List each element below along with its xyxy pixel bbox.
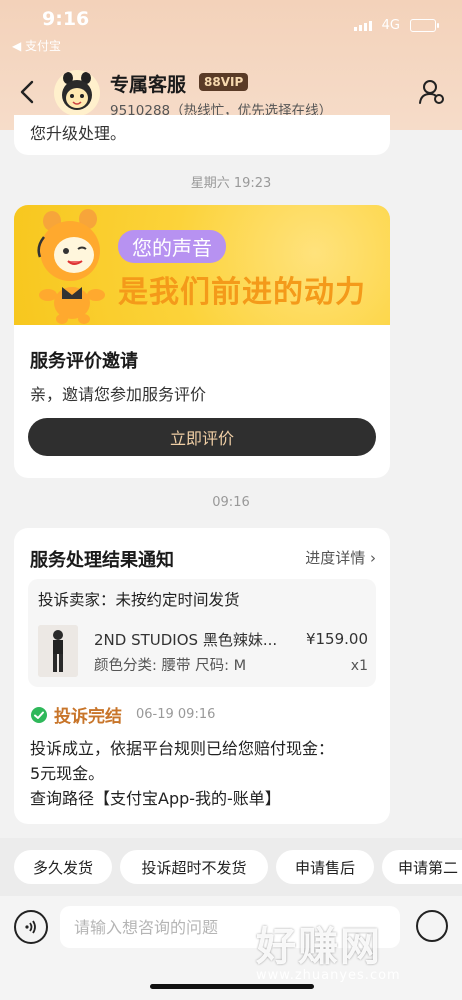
watermark-url: www.zhuanyes.com (256, 968, 401, 983)
progress-details-link[interactable]: 进度详情 › (305, 547, 376, 568)
page-title: 专属客服 (110, 74, 187, 96)
voice-input-button[interactable] (14, 910, 48, 944)
status-label: 投诉完结 (54, 707, 122, 727)
quick-reply-chip[interactable]: 申请第二 (382, 850, 462, 884)
quick-reply-chip[interactable]: 多久发货 (14, 850, 112, 884)
evaluate-now-button[interactable]: 立即评价 (28, 418, 376, 456)
user-settings-icon[interactable] (418, 78, 446, 106)
product-thumbnail (38, 625, 78, 677)
status-date: 06-19 09:16 (136, 707, 216, 722)
vip-badge: 88VIP (199, 73, 249, 91)
status-indicators: 4G (353, 18, 439, 33)
status-time: 9:16 (42, 8, 90, 30)
check-circle-icon (31, 706, 47, 723)
result-title: 服务处理结果通知 (30, 550, 174, 571)
quick-reply-bar: 多久发货 投诉超时不发货 申请售后 申请第二 (0, 838, 462, 896)
network-label: 4G (381, 18, 400, 33)
product-quantity: x1 (350, 658, 368, 674)
product-price: ¥159.00 (305, 630, 368, 648)
product-name: 2ND STUDIOS 黑色辣妹... (94, 631, 278, 649)
invite-text: 亲，邀请您参加服务评价 (30, 385, 207, 404)
chat-header: 9:16 ◀ 支付宝 4G 专属客服 88VIP 9510288（热线忙，优先选… (0, 0, 462, 130)
back-arrow-icon[interactable] (16, 77, 38, 107)
complaint-reason: 投诉卖家：未按约定时间发货 (38, 591, 240, 609)
result-line: 投诉成立，依据平台规则已给您赔付现金： (30, 739, 335, 758)
invite-title: 服务评价邀请 (30, 351, 138, 372)
result-notification-card: 服务处理结果通知 进度详情 › 投诉卖家：未按约定时间发货 2ND STUDIO… (14, 528, 390, 824)
back-to-app-link[interactable]: ◀ 支付宝 (12, 37, 61, 54)
signal-icon (353, 20, 372, 31)
complaint-status: 投诉完结 06-19 09:16 (30, 702, 215, 727)
quick-reply-chip[interactable]: 申请售后 (276, 850, 374, 884)
watermark-text: 好赚网 (256, 924, 382, 970)
result-line: 5元现金。 (30, 764, 105, 783)
bee-mascot-icon (37, 209, 105, 324)
result-body: 投诉成立，依据平台规则已给您赔付现金： 5元现金。 查询路径【支付宝App-我的… (30, 736, 380, 811)
watermark: 好赚网 www.zhuanyes.com (256, 914, 456, 983)
message-timestamp: 09:16 (212, 495, 250, 510)
voice-icon (25, 920, 36, 934)
battery-icon (410, 19, 439, 32)
feedback-banner: 您的声音 是我们前进的动力 (14, 205, 390, 325)
banner-pill-text: 您的声音 (118, 230, 226, 263)
evaluation-invite-card: 服务评价邀请 亲，邀请您参加服务评价 立即评价 (14, 325, 390, 478)
service-avatar (54, 70, 100, 116)
quick-reply-chip[interactable]: 投诉超时不发货 (120, 850, 268, 884)
message-timestamp: 星期六 19:23 (190, 176, 272, 191)
banner-main-text: 是我们前进的动力 (118, 275, 366, 310)
home-indicator[interactable] (150, 984, 314, 989)
complaint-summary[interactable]: 投诉卖家：未按约定时间发货 2ND STUDIOS 黑色辣妹... 颜色分类: … (28, 579, 376, 687)
previous-message-card: 您升级处理。 (14, 115, 390, 155)
previous-message-text: 您升级处理。 (30, 124, 127, 143)
product-spec: 颜色分类: 腰带 尺码: M (94, 658, 247, 674)
result-line: 查询路径【支付宝App-我的-账单】 (30, 789, 281, 808)
